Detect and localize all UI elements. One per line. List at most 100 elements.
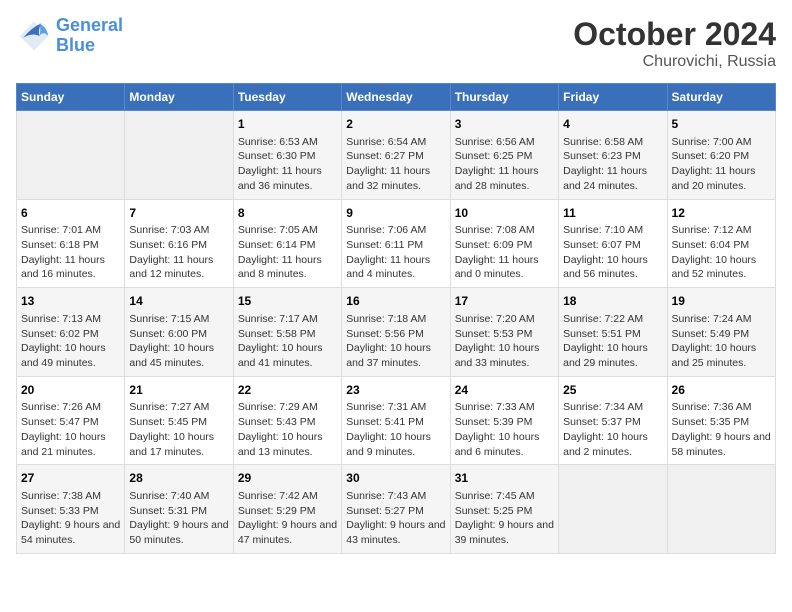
day-number: 29: [238, 470, 337, 487]
day-info: Sunrise: 7:17 AMSunset: 5:58 PMDaylight:…: [238, 312, 337, 371]
day-cell: 17Sunrise: 7:20 AMSunset: 5:53 PMDayligh…: [450, 288, 558, 377]
day-number: 1: [238, 116, 337, 133]
header-day-thursday: Thursday: [450, 84, 558, 111]
calendar-body: 1Sunrise: 6:53 AMSunset: 6:30 PMDaylight…: [17, 111, 776, 554]
day-cell: 5 Sunrise: 7:00 AMSunset: 6:20 PMDaylight…: [667, 111, 775, 200]
day-number: 30: [346, 470, 445, 487]
day-number: 9: [346, 205, 445, 222]
day-number: 28: [129, 470, 228, 487]
day-cell: 9Sunrise: 7:06 AMSunset: 6:11 PMDaylight…: [342, 199, 450, 288]
day-number: 11: [563, 205, 662, 222]
header-day-sunday: Sunday: [17, 84, 125, 111]
day-cell: 24Sunrise: 7:33 AMSunset: 5:39 PMDayligh…: [450, 376, 558, 465]
header-row: SundayMondayTuesdayWednesdayThursdayFrid…: [17, 84, 776, 111]
day-cell: 19 Sunrise: 7:24 AMSunset: 5:49 PMDayligh…: [667, 288, 775, 377]
day-number: 16: [346, 293, 445, 310]
day-cell: 11Sunrise: 7:10 AMSunset: 6:07 PMDayligh…: [559, 199, 667, 288]
day-info: Sunrise: 7:20 AMSunset: 5:53 PMDaylight:…: [455, 312, 554, 371]
day-cell: 4 Sunrise: 6:58 AMSunset: 6:23 PMDaylight…: [559, 111, 667, 200]
day-info: Sunrise: 7:24 AMSunset: 5:49 PMDaylight:…: [672, 312, 771, 371]
day-info: Sunrise: 7:00 AMSunset: 6:20 PMDaylight:…: [672, 135, 771, 194]
day-number: 24: [455, 382, 554, 399]
day-number: 26: [672, 382, 771, 399]
week-row-5: 27 Sunrise: 7:38 AMSunset: 5:33 PMDayligh…: [17, 465, 776, 554]
day-info: Sunrise: 7:08 AMSunset: 6:09 PMDaylight:…: [455, 223, 554, 282]
day-info: Sunrise: 7:06 AMSunset: 6:11 PMDaylight:…: [346, 223, 445, 282]
day-number: 14: [129, 293, 228, 310]
day-info: Sunrise: 7:01 AMSunset: 6:18 PMDaylight:…: [21, 223, 120, 282]
day-info: Sunrise: 7:34 AMSunset: 5:37 PMDaylight:…: [563, 400, 662, 459]
day-cell: 7Sunrise: 7:03 AMSunset: 6:16 PMDaylight…: [125, 199, 233, 288]
day-cell: 20Sunrise: 7:26 AMSunset: 5:47 PMDayligh…: [17, 376, 125, 465]
logo-general: General: [56, 15, 123, 35]
day-cell: 30 Sunrise: 7:43 AMSunset: 5:27 PMDayligh…: [342, 465, 450, 554]
day-number: 18: [563, 293, 662, 310]
day-cell: 27 Sunrise: 7:38 AMSunset: 5:33 PMDayligh…: [17, 465, 125, 554]
day-cell: 15Sunrise: 7:17 AMSunset: 5:58 PMDayligh…: [233, 288, 341, 377]
day-info: Sunrise: 7:40 AMSunset: 5:31 PMDaylight:…: [129, 489, 228, 548]
day-cell: 25Sunrise: 7:34 AMSunset: 5:37 PMDayligh…: [559, 376, 667, 465]
logo-icon: [16, 18, 52, 54]
day-cell: 3 Sunrise: 6:56 AMSunset: 6:25 PMDaylight…: [450, 111, 558, 200]
day-info: Sunrise: 6:56 AMSunset: 6:25 PMDaylight:…: [455, 135, 554, 194]
header-day-wednesday: Wednesday: [342, 84, 450, 111]
day-info: Sunrise: 7:18 AMSunset: 5:56 PMDaylight:…: [346, 312, 445, 371]
day-info: Sunrise: 7:42 AMSunset: 5:29 PMDaylight:…: [238, 489, 337, 548]
day-info: Sunrise: 7:29 AMSunset: 5:43 PMDaylight:…: [238, 400, 337, 459]
week-row-4: 20Sunrise: 7:26 AMSunset: 5:47 PMDayligh…: [17, 376, 776, 465]
day-number: 3: [455, 116, 554, 133]
week-row-2: 6Sunrise: 7:01 AMSunset: 6:18 PMDaylight…: [17, 199, 776, 288]
day-number: 25: [563, 382, 662, 399]
day-info: Sunrise: 7:10 AMSunset: 6:07 PMDaylight:…: [563, 223, 662, 282]
day-cell: 31Sunrise: 7:45 AMSunset: 5:25 PMDayligh…: [450, 465, 558, 554]
main-title: October 2024: [573, 16, 776, 53]
day-number: 6: [21, 205, 120, 222]
day-cell: 18 Sunrise: 7:22 AMSunset: 5:51 PMDayligh…: [559, 288, 667, 377]
day-number: 10: [455, 205, 554, 222]
day-info: Sunrise: 7:43 AMSunset: 5:27 PMDaylight:…: [346, 489, 445, 548]
day-info: Sunrise: 7:31 AMSunset: 5:41 PMDaylight:…: [346, 400, 445, 459]
day-info: Sunrise: 7:38 AMSunset: 5:33 PMDaylight:…: [21, 489, 120, 548]
day-cell: [667, 465, 775, 554]
week-row-3: 13 Sunrise: 7:13 AMSunset: 6:02 PMDayligh…: [17, 288, 776, 377]
day-number: 7: [129, 205, 228, 222]
day-cell: 21Sunrise: 7:27 AMSunset: 5:45 PMDayligh…: [125, 376, 233, 465]
day-info: Sunrise: 7:33 AMSunset: 5:39 PMDaylight:…: [455, 400, 554, 459]
day-number: 20: [21, 382, 120, 399]
day-cell: 6Sunrise: 7:01 AMSunset: 6:18 PMDaylight…: [17, 199, 125, 288]
day-number: 8: [238, 205, 337, 222]
logo: General Blue: [16, 16, 123, 56]
day-number: 13: [21, 293, 120, 310]
calendar-table: SundayMondayTuesdayWednesdayThursdayFrid…: [16, 83, 776, 554]
day-cell: [17, 111, 125, 200]
day-cell: 28 Sunrise: 7:40 AMSunset: 5:31 PMDayligh…: [125, 465, 233, 554]
day-info: Sunrise: 7:05 AMSunset: 6:14 PMDaylight:…: [238, 223, 337, 282]
day-info: Sunrise: 6:58 AMSunset: 6:23 PMDaylight:…: [563, 135, 662, 194]
day-cell: 1Sunrise: 6:53 AMSunset: 6:30 PMDaylight…: [233, 111, 341, 200]
day-info: Sunrise: 7:27 AMSunset: 5:45 PMDaylight:…: [129, 400, 228, 459]
day-info: Sunrise: 7:36 AMSunset: 5:35 PMDaylight:…: [672, 400, 771, 459]
logo-blue: Blue: [56, 35, 95, 55]
day-cell: [559, 465, 667, 554]
day-cell: 29 Sunrise: 7:42 AMSunset: 5:29 PMDayligh…: [233, 465, 341, 554]
page-header: General Blue October 2024 Churovichi, Ru…: [16, 16, 776, 71]
header-day-saturday: Saturday: [667, 84, 775, 111]
day-number: 27: [21, 470, 120, 487]
day-number: 4: [563, 116, 662, 133]
day-number: 22: [238, 382, 337, 399]
week-row-1: 1Sunrise: 6:53 AMSunset: 6:30 PMDaylight…: [17, 111, 776, 200]
day-cell: 14 Sunrise: 7:15 AMSunset: 6:00 PMDayligh…: [125, 288, 233, 377]
day-number: 19: [672, 293, 771, 310]
day-cell: 8Sunrise: 7:05 AMSunset: 6:14 PMDaylight…: [233, 199, 341, 288]
day-cell: 23Sunrise: 7:31 AMSunset: 5:41 PMDayligh…: [342, 376, 450, 465]
day-cell: 13 Sunrise: 7:13 AMSunset: 6:02 PMDayligh…: [17, 288, 125, 377]
calendar-header: SundayMondayTuesdayWednesdayThursdayFrid…: [17, 84, 776, 111]
title-block: October 2024 Churovichi, Russia: [573, 16, 776, 71]
day-cell: 2Sunrise: 6:54 AMSunset: 6:27 PMDaylight…: [342, 111, 450, 200]
day-number: 5: [672, 116, 771, 133]
day-info: Sunrise: 7:12 AMSunset: 6:04 PMDaylight:…: [672, 223, 771, 282]
day-info: Sunrise: 7:22 AMSunset: 5:51 PMDaylight:…: [563, 312, 662, 371]
day-number: 23: [346, 382, 445, 399]
day-info: Sunrise: 7:13 AMSunset: 6:02 PMDaylight:…: [21, 312, 120, 371]
day-info: Sunrise: 7:15 AMSunset: 6:00 PMDaylight:…: [129, 312, 228, 371]
